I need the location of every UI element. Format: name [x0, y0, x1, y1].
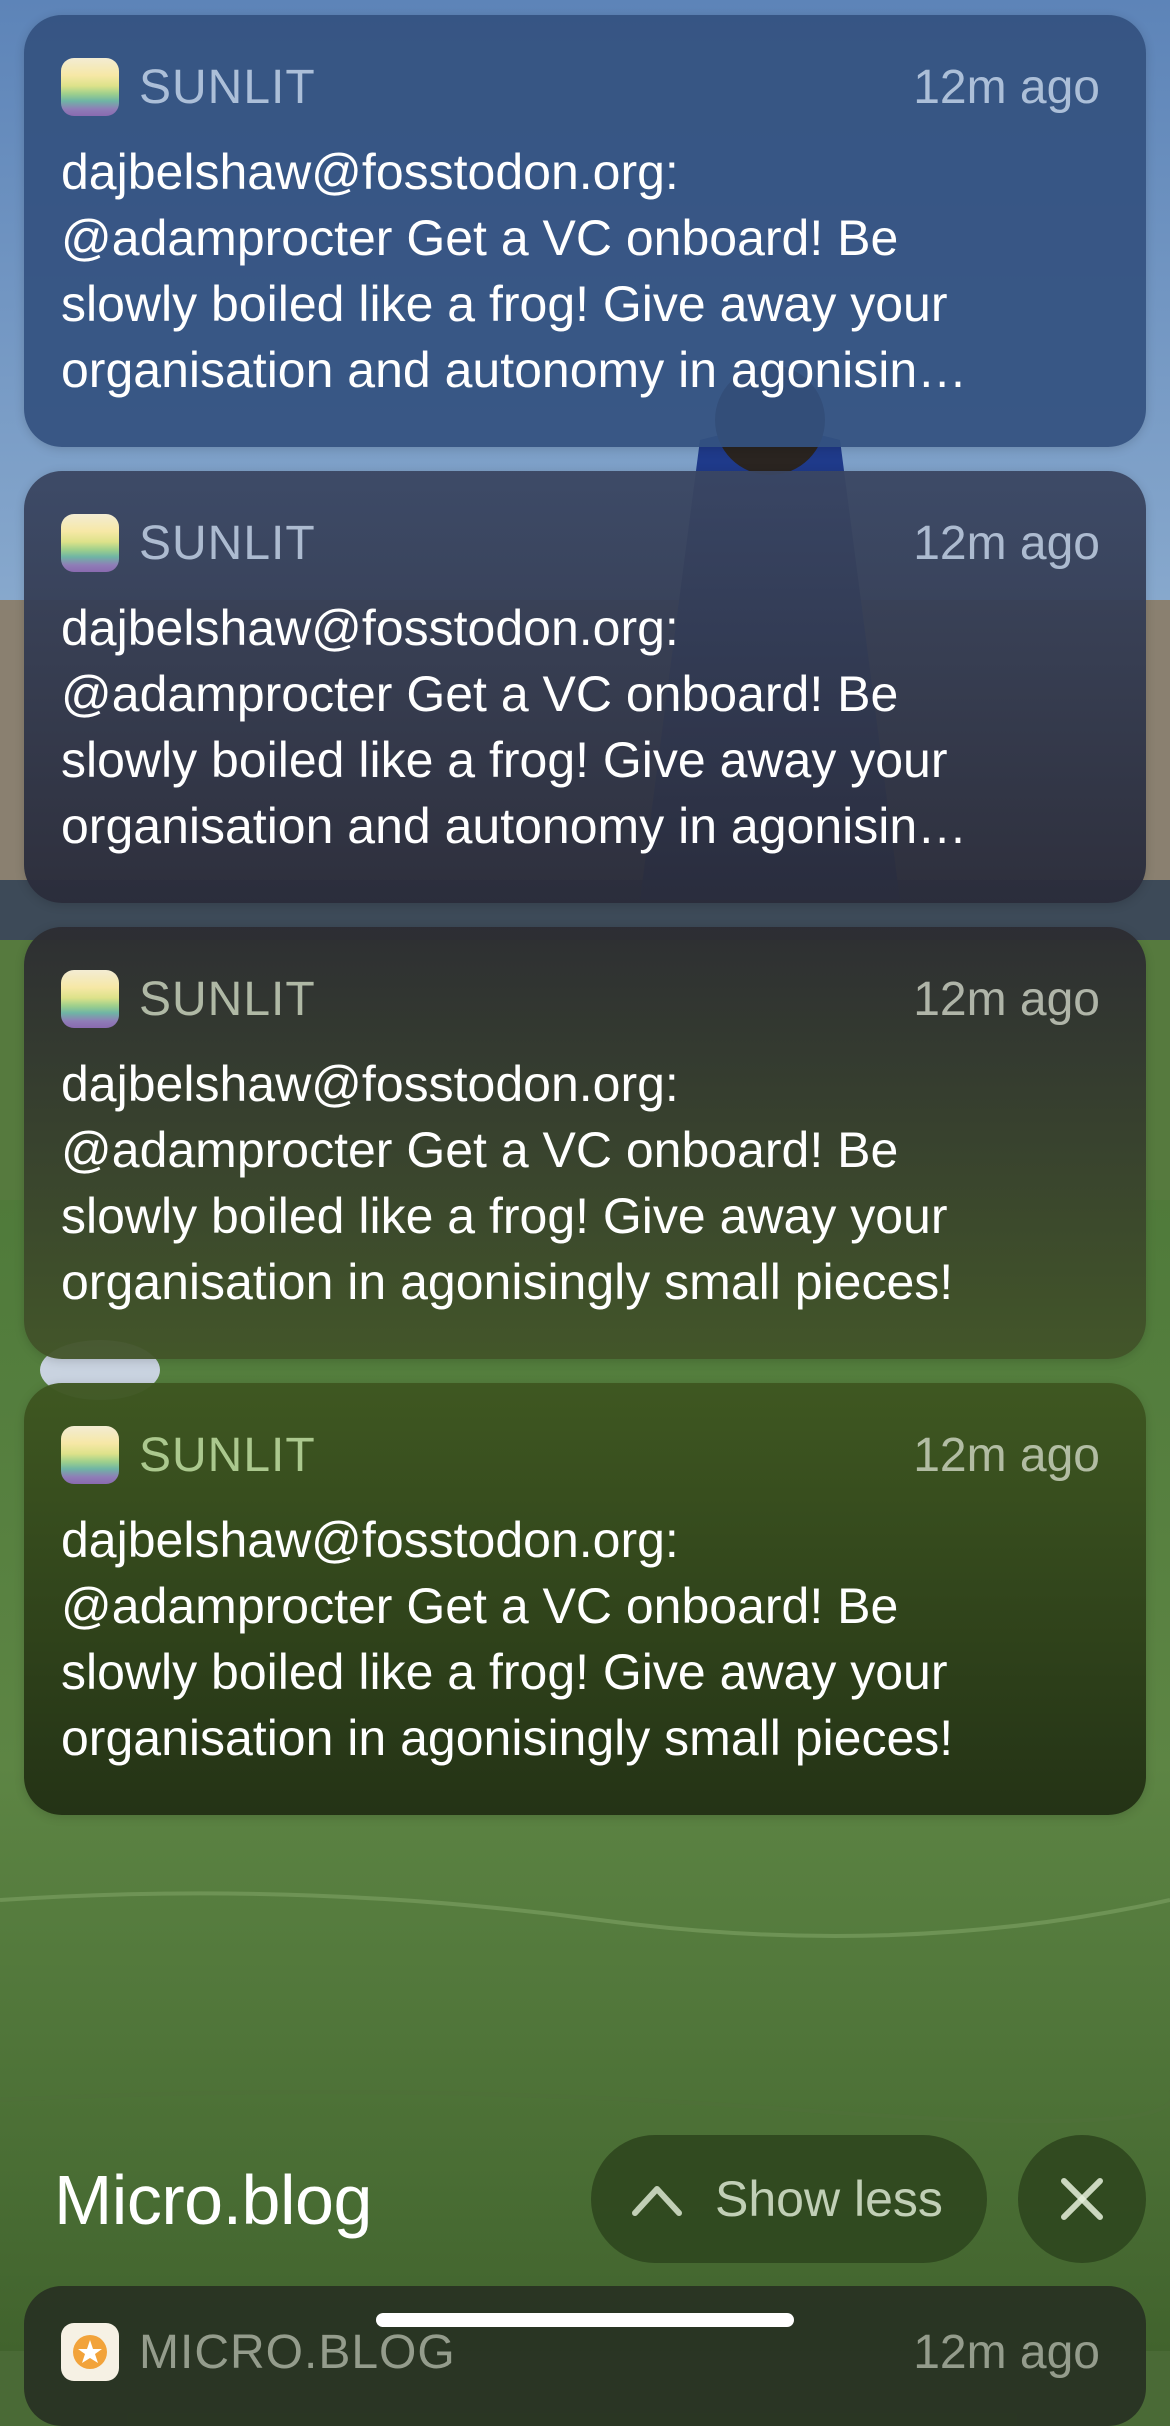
notification-body: dajbelshaw@fosstodon.org: @adamprocter G… — [61, 1507, 1100, 1771]
app-name: SUNLIT — [139, 972, 316, 1026]
body-line: slowly boiled like a frog! Give away you… — [61, 276, 948, 332]
notification-time: 12m ago — [913, 516, 1100, 570]
microblog-app-icon — [61, 2323, 119, 2381]
app-name: MICRO.BLOG — [139, 2325, 456, 2379]
chevron-up-icon — [632, 2186, 682, 2216]
body-line: dajbelshaw@fosstodon.org: — [61, 600, 679, 656]
notification-card[interactable]: SUNLIT 12m ago dajbelshaw@fosstodon.org:… — [24, 927, 1146, 1359]
sunlit-app-icon — [61, 514, 119, 572]
notification-body: dajbelshaw@fosstodon.org: @adamprocter G… — [61, 595, 1100, 859]
show-less-label: Show less — [715, 2171, 943, 2227]
body-line: @adamprocter Get a VC onboard! Be — [61, 1578, 899, 1634]
notification-time: 12m ago — [913, 60, 1100, 114]
body-line: organisation in agonisingly small pieces… — [61, 1710, 954, 1766]
notification-time: 12m ago — [913, 2325, 1100, 2379]
sunlit-app-icon — [61, 1426, 119, 1484]
notification-body: dajbelshaw@fosstodon.org: @adamprocter G… — [61, 1051, 1100, 1315]
notification-time: 12m ago — [913, 972, 1100, 1026]
notification-body: dajbelshaw@fosstodon.org: @adamprocter G… — [61, 139, 1100, 403]
body-line: slowly boiled like a frog! Give away you… — [61, 732, 948, 788]
notification-card-microblog[interactable]: MICRO.BLOG 12m ago — [24, 2286, 1146, 2426]
body-line: slowly boiled like a frog! Give away you… — [61, 1644, 948, 1700]
body-line: dajbelshaw@fosstodon.org: — [61, 1056, 679, 1112]
body-line: slowly boiled like a frog! Give away you… — [61, 1188, 948, 1244]
body-line: organisation and autonomy in agonisin… — [61, 342, 968, 398]
notification-card[interactable]: SUNLIT 12m ago dajbelshaw@fosstodon.org:… — [24, 15, 1146, 447]
home-indicator[interactable] — [376, 2313, 794, 2327]
body-line: organisation and autonomy in agonisin… — [61, 798, 968, 854]
app-name: SUNLIT — [139, 516, 316, 570]
body-line: dajbelshaw@fosstodon.org: — [61, 144, 679, 200]
notification-time: 12m ago — [913, 1428, 1100, 1482]
sunlit-app-icon — [61, 970, 119, 1028]
show-less-button[interactable]: Show less — [591, 2135, 987, 2263]
notification-card[interactable]: SUNLIT 12m ago dajbelshaw@fosstodon.org:… — [24, 471, 1146, 903]
notification-group-title: Micro.blog — [54, 2161, 372, 2239]
body-line: organisation in agonisingly small pieces… — [61, 1254, 954, 1310]
body-line: dajbelshaw@fosstodon.org: — [61, 1512, 679, 1568]
clear-group-button[interactable] — [1018, 2135, 1146, 2263]
sunlit-app-icon — [61, 58, 119, 116]
body-line: @adamprocter Get a VC onboard! Be — [61, 666, 899, 722]
notification-card[interactable]: SUNLIT 12m ago dajbelshaw@fosstodon.org:… — [24, 1383, 1146, 1815]
app-name: SUNLIT — [139, 1428, 316, 1482]
body-line: @adamprocter Get a VC onboard! Be — [61, 1122, 899, 1178]
close-icon — [1061, 2178, 1103, 2220]
app-name: SUNLIT — [139, 60, 316, 114]
body-line: @adamprocter Get a VC onboard! Be — [61, 210, 899, 266]
